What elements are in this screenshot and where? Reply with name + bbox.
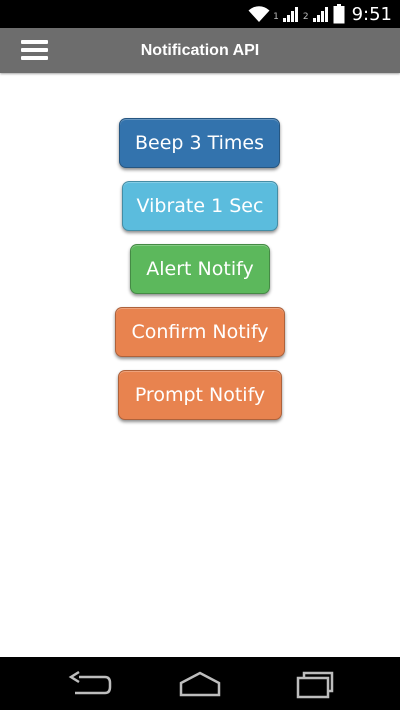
- signal-icon-sim1: [282, 7, 298, 22]
- home-icon[interactable]: [176, 667, 224, 701]
- hamburger-menu-icon[interactable]: [21, 40, 48, 61]
- menu-icon-line: [21, 48, 48, 52]
- recent-apps-icon[interactable]: [288, 667, 336, 701]
- sim2-label: 2: [302, 12, 309, 22]
- menu-icon-line: [21, 56, 48, 60]
- battery-icon: [333, 4, 345, 24]
- system-nav-bar: [0, 657, 400, 710]
- vibrate-1-sec-button[interactable]: Vibrate 1 Sec: [122, 181, 278, 231]
- status-bar: 1 2 9:51: [0, 0, 400, 28]
- confirm-notify-button[interactable]: Confirm Notify: [115, 307, 285, 357]
- signal-icon-sim2: [312, 7, 328, 22]
- menu-icon-line: [21, 40, 48, 44]
- app-screen: 1 2 9:51 Notification API Beep 3 Times V…: [0, 0, 400, 710]
- status-clock: 9:51: [351, 3, 392, 25]
- sim1-label: 1: [273, 12, 279, 22]
- prompt-notify-button[interactable]: Prompt Notify: [118, 370, 282, 420]
- app-bar: Notification API: [0, 28, 400, 73]
- beep-3-times-button[interactable]: Beep 3 Times: [119, 118, 280, 168]
- status-icons: 1 2 9:51: [248, 2, 392, 26]
- page-title: Notification API: [140, 42, 260, 59]
- alert-notify-button[interactable]: Alert Notify: [130, 244, 270, 294]
- wifi-icon: [248, 6, 270, 22]
- back-icon[interactable]: [65, 667, 113, 701]
